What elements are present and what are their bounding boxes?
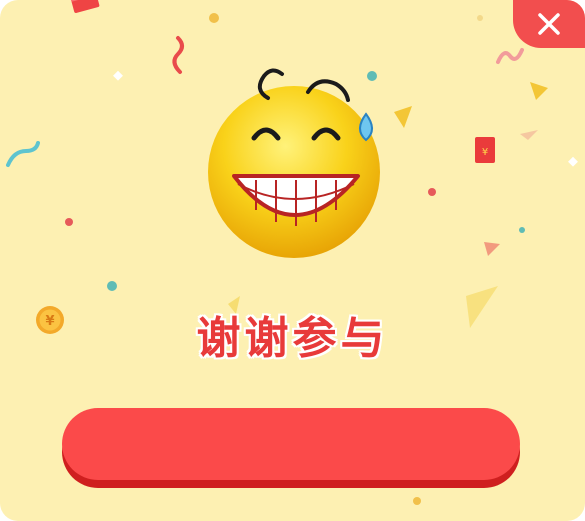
result-dialog: ¥ ¥ 谢谢参与	[0, 0, 585, 521]
close-button[interactable]	[513, 0, 585, 48]
red-packet-icon	[70, 0, 100, 13]
svg-text:¥: ¥	[482, 147, 488, 158]
grinning-sweat-emoji-icon	[208, 68, 380, 258]
result-title: 谢谢参与	[196, 313, 389, 364]
red-packet-icon: ¥	[475, 137, 495, 163]
confirm-button[interactable]	[62, 408, 520, 480]
close-icon	[538, 13, 560, 35]
